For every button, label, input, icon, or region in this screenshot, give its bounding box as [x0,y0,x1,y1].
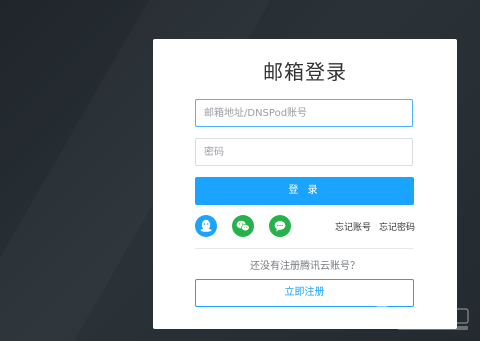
wecom-login-button[interactable] [269,215,291,237]
page-title: 邮箱登录 [263,60,347,84]
watermark-logo [364,301,474,335]
forgot-account-link[interactable]: 忘记账号 [335,220,371,233]
login-button[interactable]: 登 录 [195,177,414,205]
divider [195,248,414,249]
qq-login-button[interactable] [195,215,217,237]
forgot-password-link[interactable]: 忘记密码 [379,220,415,233]
login-card: 邮箱登录 登 录 [153,39,457,329]
wecom-icon [269,215,291,237]
register-hint: 还没有注册腾讯云账号？ [250,261,360,272]
wechat-login-button[interactable] [232,215,254,237]
qq-icon [195,215,217,237]
password-input[interactable] [195,138,413,166]
wechat-icon [232,215,254,237]
email-input[interactable] [195,99,413,127]
